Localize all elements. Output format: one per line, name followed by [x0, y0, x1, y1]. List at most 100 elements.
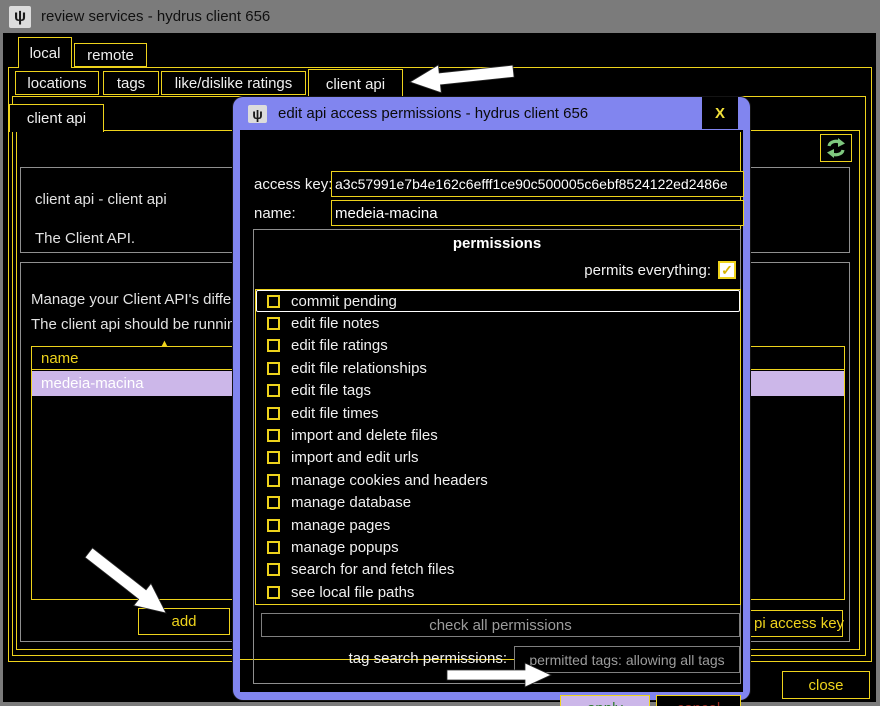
- permission-item[interactable]: see local file paths: [256, 581, 740, 603]
- apply-button-label: apply: [587, 700, 623, 706]
- permission-item[interactable]: manage popups: [256, 536, 740, 558]
- permissions-title: permissions: [254, 235, 740, 252]
- tab-tags[interactable]: tags: [103, 71, 159, 95]
- permission-label: edit file ratings: [291, 337, 388, 354]
- tab-client-api-service[interactable]: client api: [9, 104, 104, 132]
- permission-label: manage pages: [291, 517, 390, 534]
- tab-local[interactable]: local: [18, 37, 72, 68]
- permission-checkbox[interactable]: [267, 339, 280, 352]
- permission-label: import and delete files: [291, 427, 438, 444]
- dialog-close-button[interactable]: X: [702, 97, 738, 129]
- window-border-bottom: [0, 702, 880, 706]
- service-info-line2: The Client API.: [35, 230, 135, 247]
- permission-label: import and edit urls: [291, 449, 419, 466]
- tab-client-api[interactable]: client api: [308, 69, 403, 98]
- permission-checkbox[interactable]: [267, 586, 280, 599]
- check-all-permissions-button[interactable]: check all permissions: [261, 613, 740, 637]
- permission-checkbox[interactable]: [267, 429, 280, 442]
- permission-item[interactable]: edit file times: [256, 402, 740, 424]
- permits-everything-checkbox[interactable]: ✓: [718, 261, 736, 279]
- edit-api-permissions-dialog: ψ edit api access permissions - hydrus c…: [233, 97, 750, 700]
- permission-label: manage database: [291, 494, 411, 511]
- permission-label: search for and fetch files: [291, 561, 454, 578]
- permits-everything-label: permits everything:: [584, 262, 711, 279]
- tab-remote-label: remote: [87, 47, 134, 64]
- tab-tags-label: tags: [117, 75, 145, 92]
- permission-item[interactable]: manage cookies and headers: [256, 469, 740, 491]
- tag-search-permissions-button[interactable]: permitted tags: allowing all tags: [514, 646, 740, 673]
- window-title: review services - hydrus client 656: [41, 8, 270, 25]
- tab-like-dislike-ratings[interactable]: like/dislike ratings: [161, 71, 306, 95]
- permission-item[interactable]: commit pending: [256, 290, 740, 312]
- permissions-groupbox: permissions permits everything: ✓ commit…: [253, 229, 741, 684]
- permission-checkbox[interactable]: [267, 563, 280, 576]
- window-border-right: [876, 33, 880, 706]
- permission-label: manage popups: [291, 539, 399, 556]
- permission-checkbox[interactable]: [267, 384, 280, 397]
- service-info-line1: client api - client api: [35, 191, 167, 208]
- close-button-label: close: [808, 677, 843, 694]
- copy-api-access-key-label: pi access key: [754, 615, 844, 632]
- permission-item[interactable]: edit file notes: [256, 312, 740, 334]
- dialog-titlebar[interactable]: ψ edit api access permissions - hydrus c…: [233, 97, 750, 130]
- add-button-label: add: [171, 613, 196, 630]
- tab-local-label: local: [30, 45, 61, 62]
- permission-checkbox[interactable]: [267, 496, 280, 509]
- hydrus-app-icon: ψ: [9, 6, 31, 28]
- permission-checkbox[interactable]: [267, 451, 280, 464]
- dialog-content: access key: name: permissions permits ev…: [240, 130, 743, 692]
- cancel-button-label: cancel: [677, 700, 720, 706]
- permission-checkbox[interactable]: [267, 474, 280, 487]
- permission-item[interactable]: manage database: [256, 492, 740, 514]
- permission-checkbox[interactable]: [267, 519, 280, 532]
- copy-api-access-key-button[interactable]: pi access key: [745, 610, 843, 637]
- permission-item[interactable]: import and edit urls: [256, 447, 740, 469]
- permission-item[interactable]: edit file relationships: [256, 357, 740, 379]
- apply-button[interactable]: apply: [560, 695, 650, 706]
- manage-line1: Manage your Client API's differ: [31, 291, 236, 308]
- refresh-icon: [824, 137, 848, 159]
- review-services-window: ψ review services - hydrus client 656 X …: [0, 0, 880, 706]
- tab-like-dislike-ratings-label: like/dislike ratings: [175, 75, 293, 92]
- access-key-label: access key:: [254, 176, 332, 193]
- permission-item[interactable]: search for and fetch files: [256, 559, 740, 581]
- add-button[interactable]: add: [138, 608, 230, 635]
- tab-client-api-label: client api: [326, 76, 385, 93]
- tag-search-permissions-value: permitted tags: allowing all tags: [529, 652, 724, 668]
- permission-label: edit file tags: [291, 382, 371, 399]
- tab-locations[interactable]: locations: [15, 71, 99, 95]
- permission-label: edit file notes: [291, 315, 379, 332]
- window-titlebar[interactable]: ψ review services - hydrus client 656: [0, 0, 880, 33]
- permission-checkbox[interactable]: [267, 407, 280, 420]
- tab-client-api-service-label: client api: [27, 110, 86, 127]
- permission-label: manage cookies and headers: [291, 472, 488, 489]
- permission-label: edit file times: [291, 405, 379, 422]
- close-button[interactable]: close: [782, 671, 870, 699]
- permissions-list[interactable]: commit pending edit file notes edit file r…: [255, 289, 741, 605]
- tab-locations-label: locations: [27, 75, 86, 92]
- permission-checkbox[interactable]: [267, 295, 280, 308]
- permission-label: edit file relationships: [291, 360, 427, 377]
- tag-search-permissions-label: tag search permissions:: [254, 650, 507, 667]
- permission-checkbox[interactable]: [267, 362, 280, 375]
- checkmark-icon: ✓: [721, 262, 733, 279]
- permission-checkbox[interactable]: [267, 541, 280, 554]
- permission-label: commit pending: [291, 293, 397, 310]
- dialog-title: edit api access permissions - hydrus cli…: [278, 105, 588, 122]
- hydrus-dialog-icon: ψ: [248, 105, 267, 123]
- permission-checkbox[interactable]: [267, 317, 280, 330]
- permission-item[interactable]: edit file ratings: [256, 335, 740, 357]
- window-border-left: [0, 33, 3, 706]
- refresh-button[interactable]: [820, 134, 852, 162]
- permission-item[interactable]: import and delete files: [256, 424, 740, 446]
- check-all-permissions-label: check all permissions: [429, 617, 572, 634]
- name-label: name:: [254, 205, 296, 222]
- tab-remote[interactable]: remote: [74, 43, 147, 67]
- name-input[interactable]: [331, 200, 744, 226]
- permission-item[interactable]: manage pages: [256, 514, 740, 536]
- permission-item[interactable]: edit file tags: [256, 380, 740, 402]
- permission-label: see local file paths: [291, 584, 414, 601]
- cancel-button[interactable]: cancel: [656, 695, 741, 706]
- manage-line2: The client api should be runnin: [31, 316, 235, 333]
- access-key-input[interactable]: [331, 171, 744, 197]
